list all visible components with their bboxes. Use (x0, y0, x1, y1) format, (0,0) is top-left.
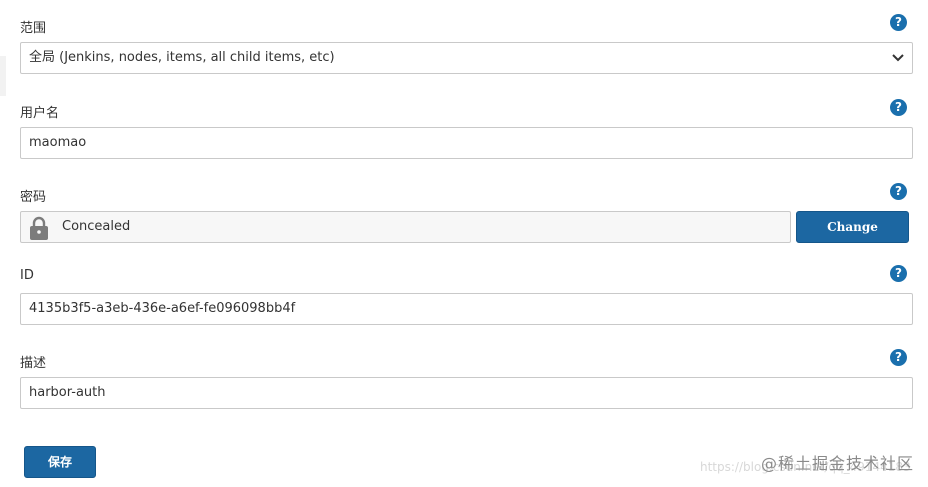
username-field: 用户名 ? maomao (20, 99, 913, 159)
username-label-row: 用户名 ? (20, 99, 913, 123)
description-input[interactable]: harbor-auth (20, 377, 913, 409)
side-strip (0, 56, 6, 96)
id-field: ID ? 4135b3f5-a3eb-436e-a6ef-fe096098bb4… (20, 265, 913, 325)
chevron-down-icon (892, 54, 904, 62)
scope-field: 范围 ? 全局 (Jenkins, nodes, items, all chil… (20, 14, 913, 74)
watermark-brand: @稀土掘金技术社区 (760, 454, 914, 473)
description-label: 描述 (20, 356, 47, 371)
username-value: maomao (29, 135, 87, 150)
save-button[interactable]: 保存 (24, 446, 96, 478)
scope-select-value: 全局 (Jenkins, nodes, items, all child ite… (29, 50, 335, 65)
username-help-icon[interactable]: ? (890, 99, 907, 116)
scope-select[interactable]: 全局 (Jenkins, nodes, items, all child ite… (20, 42, 913, 74)
lock-icon (30, 216, 48, 240)
id-label: ID (20, 268, 34, 283)
change-password-button[interactable]: Change Password (796, 211, 909, 264)
id-value: 4135b3f5-a3eb-436e-a6ef-fe096098bb4f (29, 301, 296, 316)
scope-label-row: 范围 ? (20, 14, 913, 38)
description-value: harbor-auth (29, 385, 106, 400)
id-help-icon[interactable]: ? (890, 265, 907, 282)
password-label-row: 密码 ? (20, 183, 913, 207)
description-help-icon[interactable]: ? (890, 349, 907, 366)
description-label-row: 描述 ? (20, 349, 913, 373)
username-label: 用户名 (20, 106, 60, 121)
username-input[interactable]: maomao (20, 127, 913, 159)
description-field: 描述 ? harbor-auth (20, 349, 913, 409)
scope-label: 范围 (20, 21, 47, 36)
password-row: Concealed Change Password (20, 211, 913, 264)
password-field: 密码 ? Concealed Change Password (20, 183, 913, 264)
password-concealed-text: Concealed (62, 219, 131, 234)
password-label: 密码 (20, 190, 47, 205)
id-label-row: ID ? (20, 265, 913, 289)
password-concealed-box: Concealed (20, 211, 791, 243)
password-help-icon[interactable]: ? (890, 183, 907, 200)
id-input[interactable]: 4135b3f5-a3eb-436e-a6ef-fe096098bb4f (20, 293, 913, 325)
scope-help-icon[interactable]: ? (890, 14, 907, 31)
